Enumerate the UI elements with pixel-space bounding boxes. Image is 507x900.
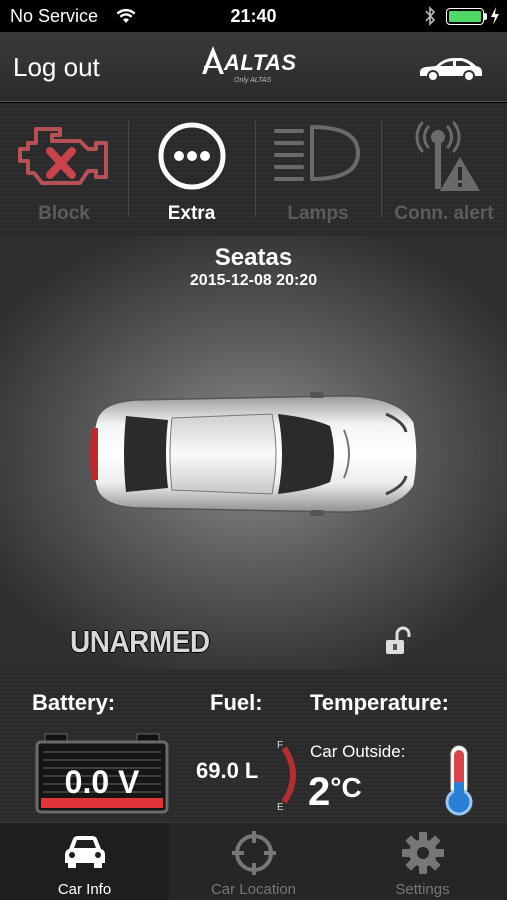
car-icon: [64, 836, 105, 868]
crosshair-icon: [231, 831, 276, 875]
altas-logo: ALTAS Only ALTAS: [196, 44, 316, 88]
block-label: Block: [38, 203, 90, 224]
tab-settings-label: Settings: [395, 881, 450, 898]
tab-bar: Car Info Car Location Settings: [0, 822, 507, 900]
logo-mark-icon: [202, 46, 224, 74]
tab-car-info-label: Car Info: [57, 881, 112, 898]
battery-indicator: [446, 8, 484, 25]
status-bar: No Service 21:40: [0, 0, 507, 32]
car-select-button[interactable]: [416, 52, 484, 84]
temperature-value: 2°C: [308, 770, 362, 814]
vehicle-panel: Seatas 2015-12-08 20:20 UNARMED: [0, 236, 507, 670]
block-button[interactable]: Block: [0, 103, 128, 236]
fuel-gauge: F E: [274, 738, 304, 813]
vehicle-name: Seatas: [214, 244, 293, 271]
fuel-gauge-empty-mark: E: [277, 802, 284, 812]
battery-voltage: 0.0 V: [64, 764, 140, 800]
battery-gauge: 0.0 V: [35, 732, 169, 814]
extra-button[interactable]: Extra: [128, 103, 255, 236]
fuel-title: Fuel:: [210, 690, 263, 715]
bluetooth-icon: [425, 6, 436, 26]
tab-car-location-label: Car Location: [210, 881, 297, 898]
vehicle-timestamp: 2015-12-08 20:20: [189, 272, 318, 289]
action-bar: Block Extra Lamps Conn. alert: [0, 103, 507, 236]
brand-name: ALTAS: [224, 50, 297, 75]
fuel-level: 69.0 L: [196, 758, 259, 783]
tab-car-location[interactable]: Car Location: [169, 823, 338, 900]
headlamp-icon: [274, 125, 360, 181]
battery-title: Battery:: [32, 690, 116, 715]
antenna-alert-icon: [415, 121, 480, 191]
car-top-view-image: [90, 392, 418, 516]
extra-label: Extra: [167, 203, 216, 224]
temperature-source-label: Car Outside:: [310, 742, 406, 761]
temperature-title: Temperature:: [310, 690, 449, 715]
brand-tagline: Only ALTAS: [234, 77, 272, 84]
fuel-gauge-full-mark: F: [277, 740, 283, 751]
thermometer-icon: [445, 745, 473, 816]
fuel-arc-icon: F E: [277, 740, 296, 813]
vehicle-info-panel: Battery: Fuel: Temperature: 0.0 V 69.0 L…: [0, 670, 507, 822]
logout-button[interactable]: Log out: [13, 52, 100, 83]
more-icon: [158, 122, 225, 190]
conn-alert-label: Conn. alert: [394, 203, 494, 224]
gear-icon: [401, 832, 444, 874]
charging-icon: [491, 7, 499, 25]
unlocked-padlock-icon[interactable]: [384, 626, 412, 656]
lamps-button[interactable]: Lamps: [255, 103, 381, 236]
tab-settings[interactable]: Settings: [338, 823, 507, 900]
engine-warning-icon: [18, 127, 108, 185]
lamps-label: Lamps: [287, 203, 349, 224]
arm-status-label: UNARMED: [70, 624, 210, 659]
tab-car-info[interactable]: Car Info: [0, 823, 169, 900]
conn-alert-button[interactable]: Conn. alert: [381, 103, 507, 236]
app-header: Log out ALTAS Only ALTAS: [0, 32, 507, 102]
